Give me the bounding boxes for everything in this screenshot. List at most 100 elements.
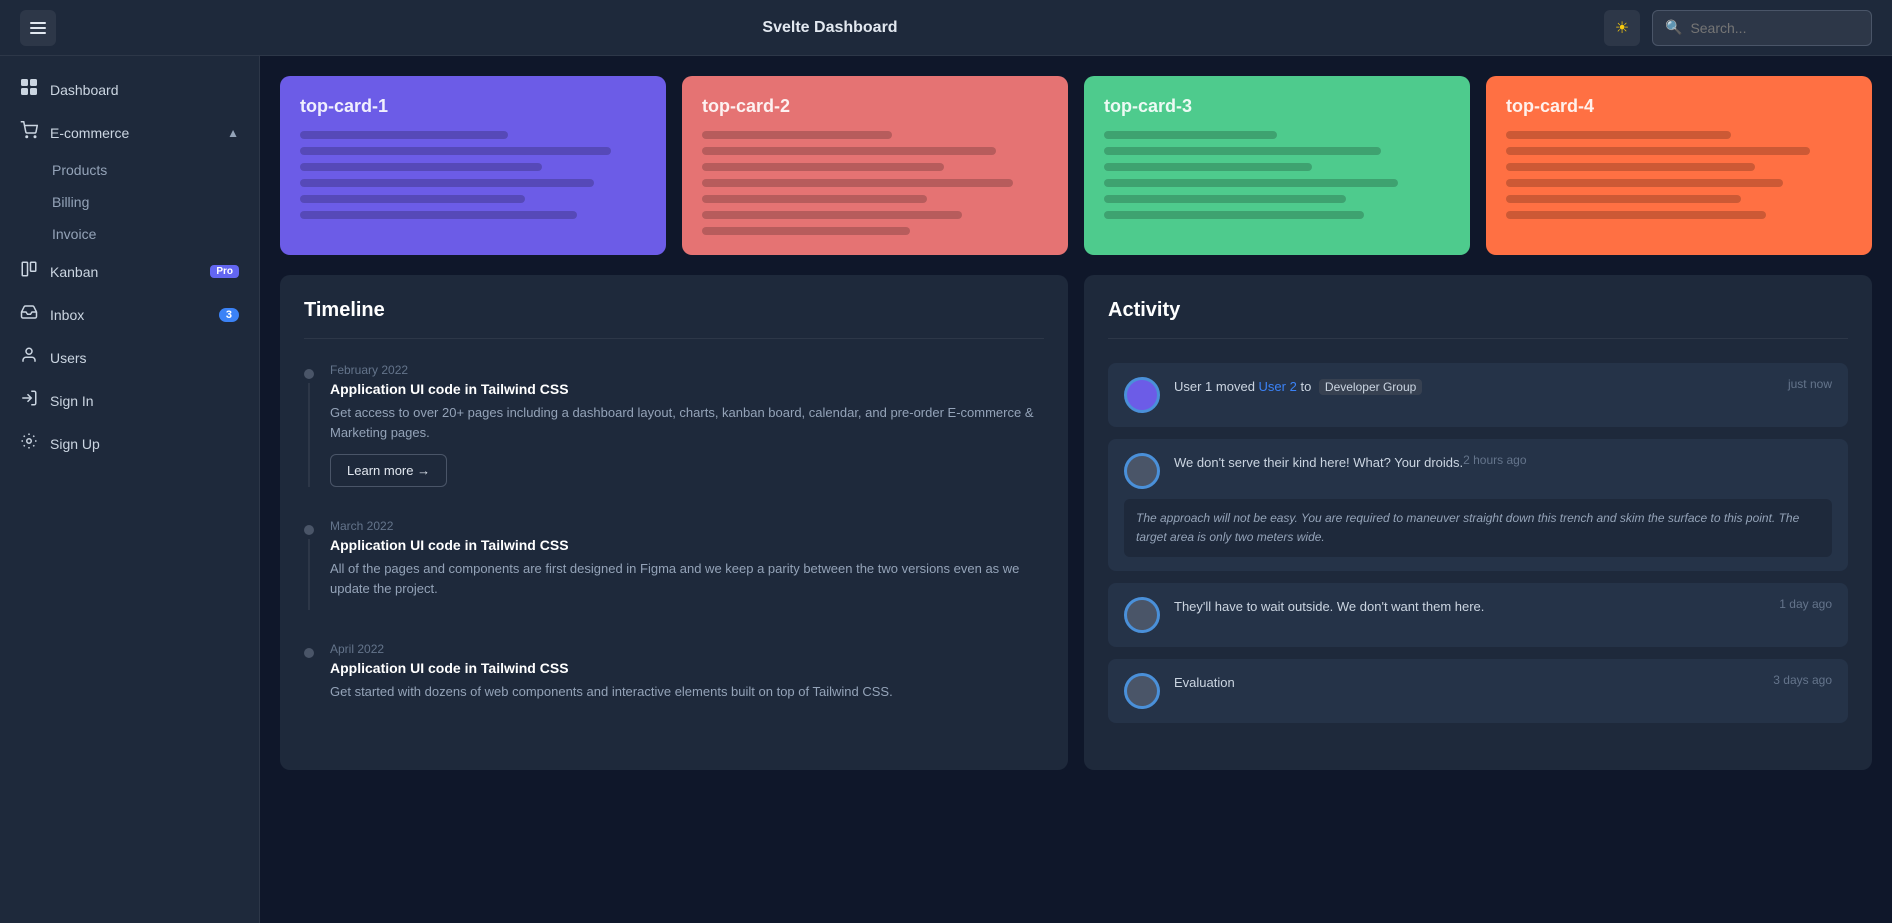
sidebar-item-invoice[interactable]: Invoice	[0, 218, 259, 250]
activity-text-middle: to	[1297, 379, 1315, 394]
sidebar-item-kanban[interactable]: Kanban Pro	[0, 250, 259, 293]
card-line	[300, 211, 577, 219]
card-line	[1104, 147, 1381, 155]
activity-user-link[interactable]: User 2	[1259, 379, 1297, 394]
activity-body-3: They'll have to wait outside. We don't w…	[1174, 597, 1832, 617]
card-line	[702, 195, 927, 203]
activity-body-1: User 1 moved User 2 to Developer Group j…	[1174, 377, 1832, 397]
card-line	[702, 179, 1013, 187]
main-content: top-card-1 top-card-2	[260, 56, 1892, 923]
timeline-panel: Timeline February 2022 Application UI co…	[280, 275, 1068, 770]
card-line	[1506, 195, 1741, 203]
avatar-3	[1124, 597, 1160, 633]
topbar-right: ☀ 🔍	[1604, 10, 1872, 46]
card-line	[702, 227, 910, 235]
page-title: Svelte Dashboard	[762, 19, 897, 37]
sidebar-item-billing[interactable]: Billing	[0, 186, 259, 218]
card-1-title: top-card-1	[300, 96, 646, 117]
avatar-2	[1124, 453, 1160, 489]
card-line	[300, 163, 542, 171]
sidebar-item-users[interactable]: Users	[0, 336, 259, 379]
timeline-desc-3: Get started with dozens of web component…	[330, 682, 893, 702]
card-line	[702, 211, 962, 219]
activity-time-3: 1 day ago	[1779, 597, 1832, 611]
sidebar-submenu-ecommerce: Products Billing Invoice	[0, 154, 259, 250]
top-card-4: top-card-4	[1486, 76, 1872, 255]
activity-body-4: Evaluation 3 days ago	[1174, 673, 1832, 693]
timeline-item: April 2022 Application UI code in Tailwi…	[304, 642, 1044, 714]
users-icon	[20, 346, 38, 369]
theme-toggle-button[interactable]: ☀	[1604, 10, 1640, 46]
sidebar-label-billing: Billing	[52, 194, 89, 210]
avatar-4	[1124, 673, 1160, 709]
inbox-icon	[20, 303, 38, 326]
activity-header-3: They'll have to wait outside. We don't w…	[1174, 597, 1832, 617]
sidebar-label-invoice: Invoice	[52, 226, 96, 242]
card-line	[702, 131, 892, 139]
search-box: 🔍	[1652, 10, 1872, 46]
sidebar-item-signup[interactable]: Sign Up	[0, 422, 259, 465]
timeline-item-title-2: Application UI code in Tailwind CSS	[330, 537, 1044, 553]
top-cards-grid: top-card-1 top-card-2	[280, 76, 1872, 255]
sun-icon: ☀	[1615, 18, 1629, 38]
card-4-title: top-card-4	[1506, 96, 1852, 117]
activity-subtext-2: The approach will not be easy. You are r…	[1124, 499, 1832, 557]
card-line	[1104, 131, 1277, 139]
timeline-dot	[304, 369, 314, 379]
card-2-lines	[702, 131, 1048, 235]
card-line	[1104, 163, 1312, 171]
card-line	[300, 195, 525, 203]
activity-time-4: 3 days ago	[1773, 673, 1832, 687]
sidebar-label-products: Products	[52, 162, 107, 178]
timeline-item: March 2022 Application UI code in Tailwi…	[304, 519, 1044, 610]
activity-text-3: They'll have to wait outside. We don't w…	[1174, 597, 1484, 617]
timeline-dot	[304, 525, 314, 535]
sidebar-item-dashboard[interactable]: Dashboard	[0, 68, 259, 111]
kanban-icon	[20, 260, 38, 283]
timeline-content-1: February 2022 Application UI code in Tai…	[330, 363, 1044, 487]
activity-text-1: User 1 moved User 2 to Developer Group	[1174, 377, 1422, 397]
card-line	[300, 131, 508, 139]
top-card-1: top-card-1	[280, 76, 666, 255]
sidebar-label-inbox: Inbox	[50, 307, 207, 323]
sidebar-item-products[interactable]: Products	[0, 154, 259, 186]
activity-list: User 1 moved User 2 to Developer Group j…	[1108, 355, 1848, 723]
card-line	[1104, 195, 1346, 203]
signin-icon	[20, 389, 38, 412]
card-line	[1506, 179, 1783, 187]
chevron-up-icon: ▲	[227, 126, 239, 140]
signup-icon	[20, 432, 38, 455]
timeline: February 2022 Application UI code in Tai…	[304, 355, 1044, 714]
timeline-dot	[304, 648, 314, 658]
activity-panel: Activity User 1 moved User 2 to Develope…	[1084, 275, 1872, 770]
card-line	[1104, 179, 1398, 187]
activity-group-badge: Developer Group	[1319, 379, 1422, 395]
hamburger-button[interactable]	[20, 10, 56, 46]
activity-time-2: 2 hours ago	[1463, 453, 1526, 467]
sidebar-item-ecommerce[interactable]: E-commerce ▲	[0, 111, 259, 154]
search-input[interactable]	[1690, 20, 1859, 36]
timeline-item-title-1: Application UI code in Tailwind CSS	[330, 381, 1044, 397]
main-layout: Dashboard E-commerce ▲ Products Billing …	[0, 56, 1892, 923]
activity-item-4: Evaluation 3 days ago	[1108, 659, 1848, 723]
activity-title: Activity	[1108, 299, 1848, 339]
activity-header-2: We don't serve their kind here! What? Yo…	[1174, 453, 1527, 473]
learn-more-button[interactable]: Learn more →	[330, 454, 447, 487]
activity-header-4: Evaluation 3 days ago	[1174, 673, 1832, 693]
sidebar-item-inbox[interactable]: Inbox 3	[0, 293, 259, 336]
timeline-desc-2: All of the pages and components are firs…	[330, 559, 1044, 598]
sidebar-label-users: Users	[50, 350, 239, 366]
timeline-desc-1: Get access to over 20+ pages including a…	[330, 403, 1044, 442]
activity-body-2: We don't serve their kind here! What? Yo…	[1174, 453, 1527, 473]
bottom-section: Timeline February 2022 Application UI co…	[280, 275, 1872, 770]
card-line	[300, 179, 594, 187]
topbar-left	[20, 10, 56, 46]
sidebar-label-dashboard: Dashboard	[50, 82, 239, 98]
avatar-1	[1124, 377, 1160, 413]
pro-badge: Pro	[210, 265, 239, 278]
sidebar-item-signin[interactable]: Sign In	[0, 379, 259, 422]
card-3-title: top-card-3	[1104, 96, 1450, 117]
learn-more-label: Learn more →	[347, 463, 430, 478]
activity-text-before: User 1 moved	[1174, 379, 1259, 394]
card-line	[1104, 211, 1364, 219]
